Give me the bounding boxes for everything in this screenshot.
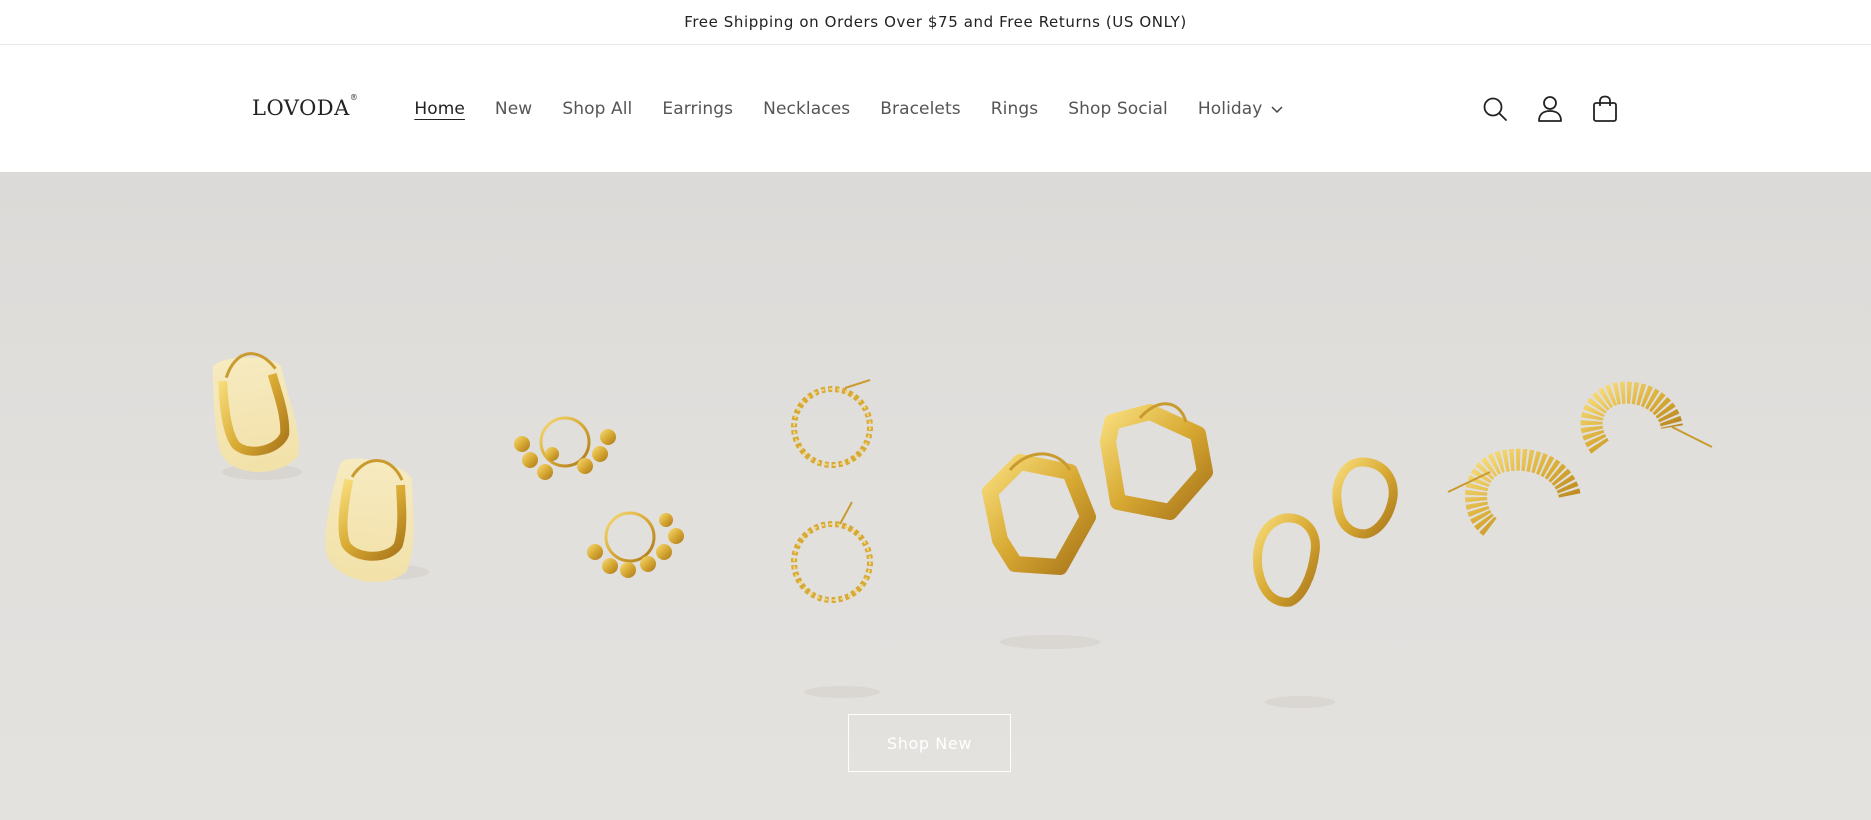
nav-item-earrings[interactable]: Earrings <box>662 99 733 119</box>
nav-item-home[interactable]: Home <box>414 99 465 119</box>
nav-item-holiday[interactable]: Holiday <box>1198 99 1285 119</box>
shop-new-button[interactable]: Shop New <box>848 714 1011 772</box>
earring-pair-5 <box>1252 457 1398 607</box>
cart-icon[interactable] <box>1590 94 1619 123</box>
nav-label: Earrings <box>662 98 734 119</box>
account-icon[interactable] <box>1535 94 1564 123</box>
search-icon[interactable] <box>1480 94 1509 123</box>
nav-item-rings[interactable]: Rings <box>991 99 1038 119</box>
announcement-text: Free Shipping on Orders Over $75 and Fre… <box>684 13 1187 31</box>
logo-text: LOVODA <box>252 95 350 120</box>
nav-label: Shop All <box>562 98 633 119</box>
nav-item-shop-social[interactable]: Shop Social <box>1068 99 1168 119</box>
logo[interactable]: LOVODA® <box>252 93 358 120</box>
earring-pair-6 <box>1447 381 1713 536</box>
announcement-bar: Free Shipping on Orders Over $75 and Fre… <box>0 0 1871 45</box>
nav-label: Shop Social <box>1068 98 1168 119</box>
earring-pair-4 <box>982 402 1213 575</box>
nav-item-bracelets[interactable]: Bracelets <box>880 99 960 119</box>
hero-banner: Shop New <box>0 172 1871 820</box>
nav-item-necklaces[interactable]: Necklaces <box>763 99 850 119</box>
earring-pair-3 <box>791 379 873 603</box>
chevron-down-icon <box>1271 105 1283 113</box>
earring-pair-1 <box>212 352 414 583</box>
earring-pair-2 <box>514 416 684 578</box>
nav-label: Rings <box>990 98 1039 119</box>
nav-label: Necklaces <box>763 98 851 119</box>
nav-label: Bracelets <box>880 98 961 119</box>
nav-label: Home <box>414 98 465 119</box>
nav-item-shop-all[interactable]: Shop All <box>562 99 632 119</box>
nav-label: Holiday <box>1197 98 1263 119</box>
main-nav: Home New Shop All Earrings Necklaces Bra… <box>414 99 1314 119</box>
nav-item-new[interactable]: New <box>495 99 532 119</box>
header-icons <box>1480 45 1619 172</box>
nav-label: New <box>494 98 533 119</box>
site-header: LOVODA® Home New Shop All Earrings Neckl… <box>0 45 1871 172</box>
